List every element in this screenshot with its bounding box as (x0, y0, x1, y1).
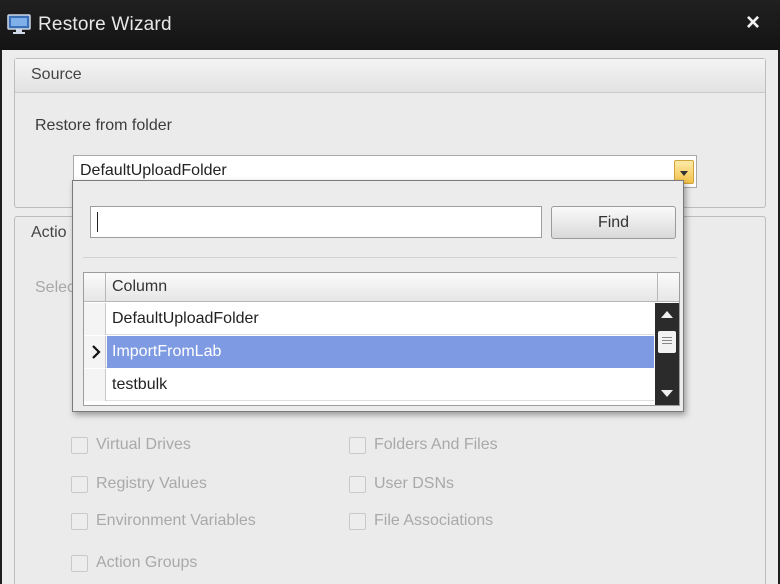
folder-name: DefaultUploadFolder (112, 310, 259, 327)
table-row[interactable]: testbulk (84, 369, 654, 401)
source-header: Source (15, 59, 765, 93)
checkbox-label: Environment Variables (96, 512, 256, 529)
scroll-up-icon[interactable] (661, 311, 673, 318)
checkbox-box[interactable] (71, 512, 88, 530)
table-row-selected[interactable]: ImportFromLab (84, 336, 654, 368)
row-indicator-header (84, 273, 106, 302)
checkbox-registry-values[interactable]: Registry Values (71, 475, 207, 493)
restore-from-folder-label: Restore from folder (35, 117, 172, 134)
folder-name: ImportFromLab (112, 343, 222, 360)
header-divider (657, 273, 658, 302)
checkbox-folders-and-files[interactable]: Folders And Files (349, 436, 498, 454)
checkbox-label: Virtual Drives (96, 436, 191, 453)
checkbox-box[interactable] (349, 475, 366, 493)
divider (83, 257, 677, 258)
grid-header: Column (84, 273, 679, 302)
find-button[interactable]: Find (551, 206, 676, 239)
folder-grid: Column DefaultUploadFolder ImportFromLab… (83, 272, 680, 406)
scroll-thumb[interactable] (658, 331, 676, 353)
checkbox-box[interactable] (349, 512, 366, 530)
checkbox-file-associations[interactable]: File Associations (349, 512, 493, 530)
monitor-icon (7, 14, 31, 34)
table-row[interactable]: DefaultUploadFolder (84, 303, 654, 335)
checkbox-user-dsns[interactable]: User DSNs (349, 475, 454, 493)
folder-name: testbulk (112, 376, 168, 393)
vertical-scrollbar[interactable] (655, 303, 679, 405)
close-button[interactable]: × (740, 10, 766, 36)
action-header: Actio (31, 224, 67, 241)
combo-value: DefaultUploadFolder (80, 162, 227, 179)
title-bar: Restore Wizard × (0, 0, 780, 50)
checkbox-label: User DSNs (374, 475, 455, 492)
checkbox-environment-variables[interactable]: Environment Variables (71, 512, 256, 530)
current-row-arrow-icon (92, 345, 101, 359)
checkbox-label: Registry Values (96, 475, 207, 492)
checkbox-label: File Associations (374, 512, 494, 529)
search-input[interactable] (90, 206, 542, 238)
window-title: Restore Wizard (38, 14, 172, 35)
row-indicator (84, 336, 106, 368)
checkbox-box[interactable] (349, 436, 366, 454)
checkbox-box[interactable] (71, 554, 88, 572)
row-indicator (84, 303, 106, 335)
checkbox-label: Folders And Files (374, 436, 498, 453)
checkbox-virtual-drives[interactable]: Virtual Drives (71, 436, 191, 454)
checkbox-box[interactable] (71, 475, 88, 493)
checkbox-action-groups[interactable]: Action Groups (71, 554, 197, 572)
checkbox-label: Action Groups (96, 554, 198, 571)
checkbox-box[interactable] (71, 436, 88, 454)
row-indicator (84, 369, 106, 401)
scroll-down-icon[interactable] (661, 390, 673, 397)
column-header[interactable]: Column (112, 278, 167, 296)
text-caret (97, 212, 98, 232)
folder-dropdown-popup: Find Column DefaultUploadFolder ImportFr… (72, 180, 684, 412)
select-label: Selec (35, 279, 76, 296)
